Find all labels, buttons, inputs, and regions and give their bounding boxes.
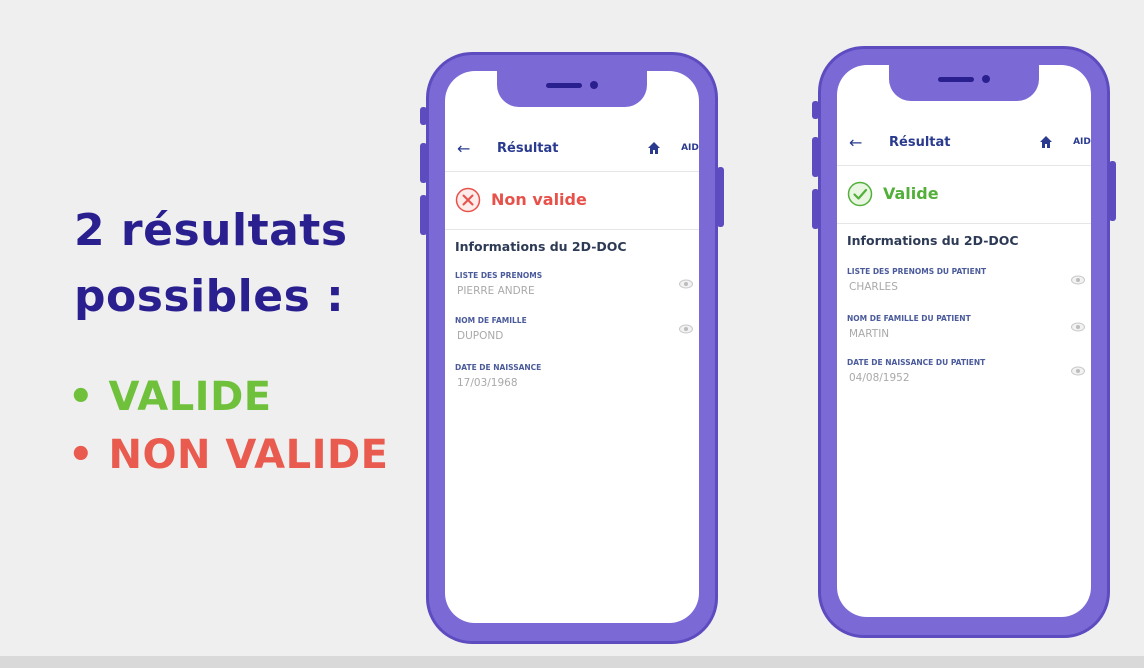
field-last-name: NOM DE FAMILLE DUPOND bbox=[455, 316, 699, 356]
field-first-names: LISTE DES PRENOMS DU PATIENT CHARLES bbox=[847, 267, 1091, 307]
phone-side-button bbox=[717, 167, 724, 227]
divider bbox=[445, 229, 699, 230]
field-value: DUPOND bbox=[457, 330, 504, 342]
check-circle-icon bbox=[847, 181, 873, 207]
speaker bbox=[938, 77, 974, 82]
arrow-left-icon[interactable]: ← bbox=[457, 139, 470, 158]
field-first-names: LISTE DES PRENOMS PIERRE ANDRE bbox=[455, 271, 699, 311]
phone-screen: ← Résultat AIDE Valide Informations du 2… bbox=[837, 65, 1091, 617]
phone-side-button bbox=[812, 137, 819, 177]
result-bullets: • VALIDE • NON VALIDE bbox=[68, 368, 388, 484]
page-title: Résultat bbox=[889, 135, 951, 150]
field-label: NOM DE FAMILLE DU PATIENT bbox=[847, 314, 971, 323]
x-circle-icon bbox=[455, 187, 481, 213]
eye-icon[interactable] bbox=[1071, 322, 1085, 332]
phone-side-button bbox=[420, 195, 427, 235]
phone-notch bbox=[889, 65, 1039, 101]
speaker bbox=[546, 83, 582, 88]
headline-line2: possibles : bbox=[74, 271, 345, 322]
field-birth-date: DATE DE NAISSANCE 17/03/1968 bbox=[455, 363, 699, 403]
phone-side-button bbox=[812, 101, 819, 119]
phone-invalid-result: ← Résultat AIDE Non valide Informations … bbox=[420, 52, 724, 644]
home-icon[interactable] bbox=[1039, 135, 1053, 149]
bullet-invalid: • NON VALIDE bbox=[68, 432, 389, 478]
result-status: Valide bbox=[847, 177, 1091, 213]
app-bar: ← Résultat AIDE bbox=[837, 127, 1091, 166]
field-label: DATE DE NAISSANCE DU PATIENT bbox=[847, 358, 986, 367]
field-label: LISTE DES PRENOMS DU PATIENT bbox=[847, 267, 987, 276]
field-label: NOM DE FAMILLE bbox=[455, 316, 527, 325]
help-link[interactable]: AIDE bbox=[681, 143, 699, 153]
eye-icon[interactable] bbox=[1071, 366, 1085, 376]
field-value: MARTIN bbox=[849, 328, 890, 340]
camera bbox=[590, 81, 598, 89]
camera bbox=[982, 75, 990, 83]
field-birth-date: DATE DE NAISSANCE DU PATIENT 04/08/1952 bbox=[847, 358, 1091, 398]
field-value: CHARLES bbox=[849, 281, 898, 293]
phone-side-button bbox=[1109, 161, 1116, 221]
headline: 2 résultats possibles : bbox=[74, 198, 348, 330]
field-label: LISTE DES PRENOMS bbox=[455, 271, 543, 280]
phone-valid-result: ← Résultat AIDE Valide Informations du 2… bbox=[812, 46, 1116, 638]
phone-side-button bbox=[420, 143, 427, 183]
page-title: Résultat bbox=[497, 141, 559, 156]
field-value: 17/03/1968 bbox=[457, 377, 518, 389]
home-icon[interactable] bbox=[647, 141, 661, 155]
help-link[interactable]: AIDE bbox=[1073, 137, 1091, 147]
phone-side-button bbox=[420, 107, 427, 125]
status-label: Non valide bbox=[491, 190, 587, 209]
eye-icon[interactable] bbox=[679, 279, 693, 289]
eye-icon[interactable] bbox=[679, 324, 693, 334]
section-title: Informations du 2D-DOC bbox=[455, 239, 627, 254]
field-value: PIERRE ANDRE bbox=[457, 285, 535, 297]
section-title: Informations du 2D-DOC bbox=[847, 233, 1019, 248]
phone-side-button bbox=[812, 189, 819, 229]
field-label: DATE DE NAISSANCE bbox=[455, 363, 542, 372]
divider bbox=[837, 223, 1091, 224]
field-value: 04/08/1952 bbox=[849, 372, 910, 384]
phone-notch bbox=[497, 71, 647, 107]
status-label: Valide bbox=[883, 184, 939, 203]
bottom-bar bbox=[0, 656, 1144, 668]
bullet-valid: • VALIDE bbox=[68, 374, 272, 420]
eye-icon[interactable] bbox=[1071, 275, 1085, 285]
app-bar: ← Résultat AIDE bbox=[445, 133, 699, 172]
headline-line1: 2 résultats bbox=[74, 205, 348, 256]
result-status: Non valide bbox=[455, 183, 699, 219]
arrow-left-icon[interactable]: ← bbox=[849, 133, 862, 152]
phone-screen: ← Résultat AIDE Non valide Informations … bbox=[445, 71, 699, 623]
field-last-name: NOM DE FAMILLE DU PATIENT MARTIN bbox=[847, 314, 1091, 354]
